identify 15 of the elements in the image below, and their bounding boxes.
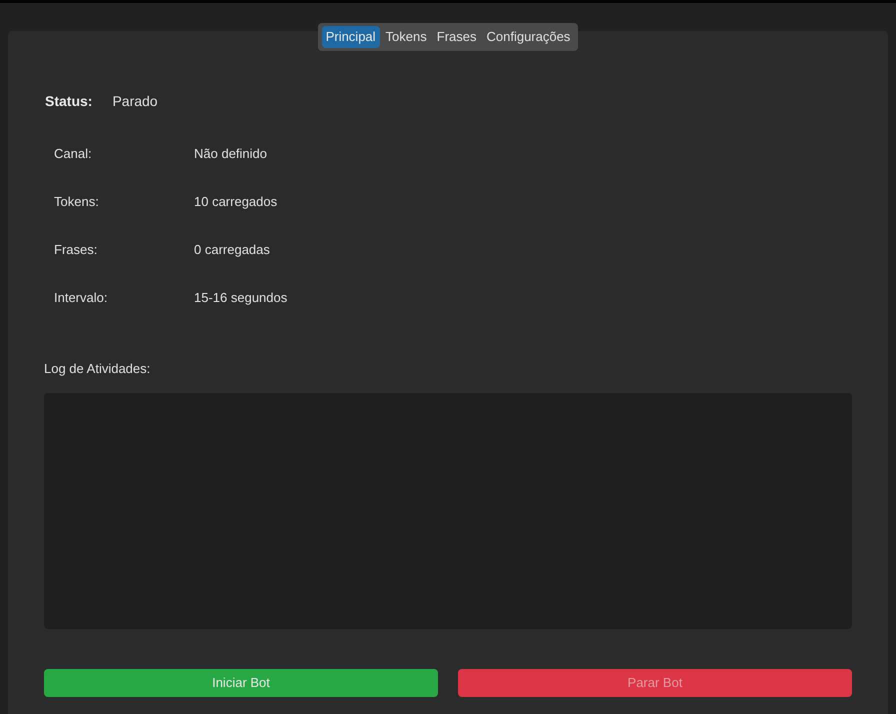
status-label: Status:: [45, 92, 92, 110]
info-value: 0 carregadas: [194, 241, 270, 260]
info-label: Intervalo:: [54, 289, 108, 308]
tab[interactable]: Frases: [432, 26, 480, 48]
info-label: Tokens:: [54, 193, 100, 212]
tab[interactable]: Configurações: [482, 26, 574, 48]
tab[interactable]: Tokens: [382, 26, 431, 48]
status-value: Parado: [112, 92, 158, 110]
info-value: Não definido: [194, 145, 267, 164]
info-label: Canal:: [54, 145, 93, 164]
info-value: 10 carregados: [194, 193, 278, 212]
info-label: Frases:: [54, 241, 98, 260]
log-label: Log de Atividades:: [44, 360, 150, 376]
info-value: 15-16 segundos: [194, 289, 288, 308]
tab[interactable]: Principal: [322, 26, 380, 48]
